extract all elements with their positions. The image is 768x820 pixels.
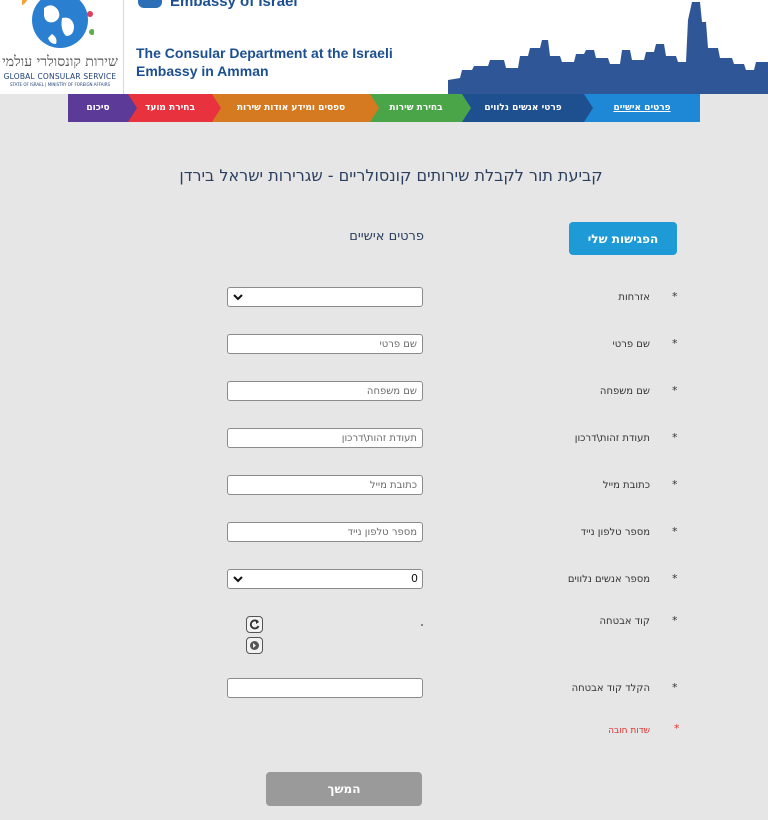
required-star: *: [672, 337, 678, 350]
citizenship-label: אזרחות: [618, 292, 650, 303]
audio-captcha-button[interactable]: [246, 637, 263, 654]
captcha-label: קוד אבטחה: [599, 616, 650, 627]
captcha-input[interactable]: [227, 678, 423, 698]
email-input[interactable]: [227, 475, 423, 495]
my-appointments-button[interactable]: הפגישות שלי: [569, 222, 677, 255]
logo-hebrew-text: שירות קונסולרי עולמי: [2, 54, 118, 70]
globe-logo-icon: [22, 0, 94, 48]
section-title: פרטים אישיים: [349, 229, 424, 244]
chevron-down-icon: [233, 576, 243, 583]
tab-companions[interactable]: פרטי אנשים נלווים: [462, 94, 593, 122]
page-title: קביעת תור לקבלת שירותים קונסולריים - שגר…: [179, 166, 603, 185]
speaker-icon: [250, 641, 259, 650]
tab-summary[interactable]: סיכום: [68, 94, 137, 122]
site-header: שירות קונסולרי עולמי GLOBAL CONSULAR SER…: [0, 0, 768, 94]
required-star: *: [672, 478, 678, 491]
city-skyline-icon: [448, 2, 768, 94]
tab-choose-service[interactable]: בחירת שירות: [370, 94, 471, 122]
email-label: כתובת מייל: [602, 480, 650, 491]
step-navigation: סיכום בחירת מועד ספסים ומידע אודות שירות…: [68, 94, 700, 122]
tab-companions-label: פרטי אנשים נלווים: [484, 103, 562, 113]
required-star: *: [672, 681, 678, 694]
tab-summary-label: סיכום: [86, 103, 110, 113]
first-name-label: שם פרטי: [612, 339, 650, 350]
global-consular-service-logo[interactable]: שירות קונסולרי עולמי GLOBAL CONSULAR SER…: [0, 0, 124, 94]
logo-subtitle-text: STATE OF ISRAEL | MINISTRY OF FOREIGN AF…: [9, 82, 111, 87]
refresh-icon: [249, 619, 260, 630]
first-name-input[interactable]: [227, 334, 423, 354]
continue-button[interactable]: המשך: [266, 772, 422, 806]
logo-english-text: GLOBAL CONSULAR SERVICE: [3, 72, 117, 81]
citizenship-select[interactable]: [227, 287, 423, 307]
companions-select[interactable]: 0: [227, 569, 423, 589]
companions-value: 0: [411, 572, 418, 585]
required-star: *: [672, 525, 678, 538]
state-emblem-icon: [138, 0, 162, 8]
required-star: *: [672, 431, 678, 444]
tab-personal-details[interactable]: פרטים אישיים: [584, 94, 700, 122]
mandatory-fields-note: שדות חובה: [608, 726, 650, 736]
captcha-image: [421, 624, 423, 626]
mobile-label: מספר טלפון נייד: [580, 527, 650, 538]
last-name-label: שם משפחה: [599, 386, 650, 397]
id-passport-label: תעודת זהות\דרכון: [574, 433, 650, 444]
tab-service-info[interactable]: ספסים ומידע אודות שירות: [212, 94, 379, 122]
companions-label: מספר אנשים נלווים: [567, 574, 650, 585]
department-title: The Consular Department at the Israeli E…: [136, 45, 393, 79]
id-passport-input[interactable]: [227, 428, 423, 448]
required-star: *: [672, 572, 678, 585]
tab-choose-service-label: בחירת שירות: [389, 103, 443, 113]
tab-choose-time-label: בחירת מועד: [145, 103, 195, 113]
tab-choose-time[interactable]: בחירת מועד: [128, 94, 221, 122]
embassy-name: Embassy of Israel: [170, 0, 298, 10]
chevron-down-icon: [233, 294, 243, 301]
last-name-input[interactable]: [227, 381, 423, 401]
required-star: *: [672, 614, 678, 627]
mobile-input[interactable]: [227, 522, 423, 542]
captcha-input-label: הקלד קוד אבטחה: [571, 683, 650, 694]
tab-service-info-label: ספסים ומידע אודות שירות: [236, 103, 346, 113]
required-star: *: [672, 384, 678, 397]
refresh-captcha-button[interactable]: [246, 616, 263, 633]
required-star: *: [672, 290, 678, 303]
mandatory-star: *: [674, 722, 680, 735]
tab-personal-details-label: פרטים אישיים: [613, 103, 671, 113]
